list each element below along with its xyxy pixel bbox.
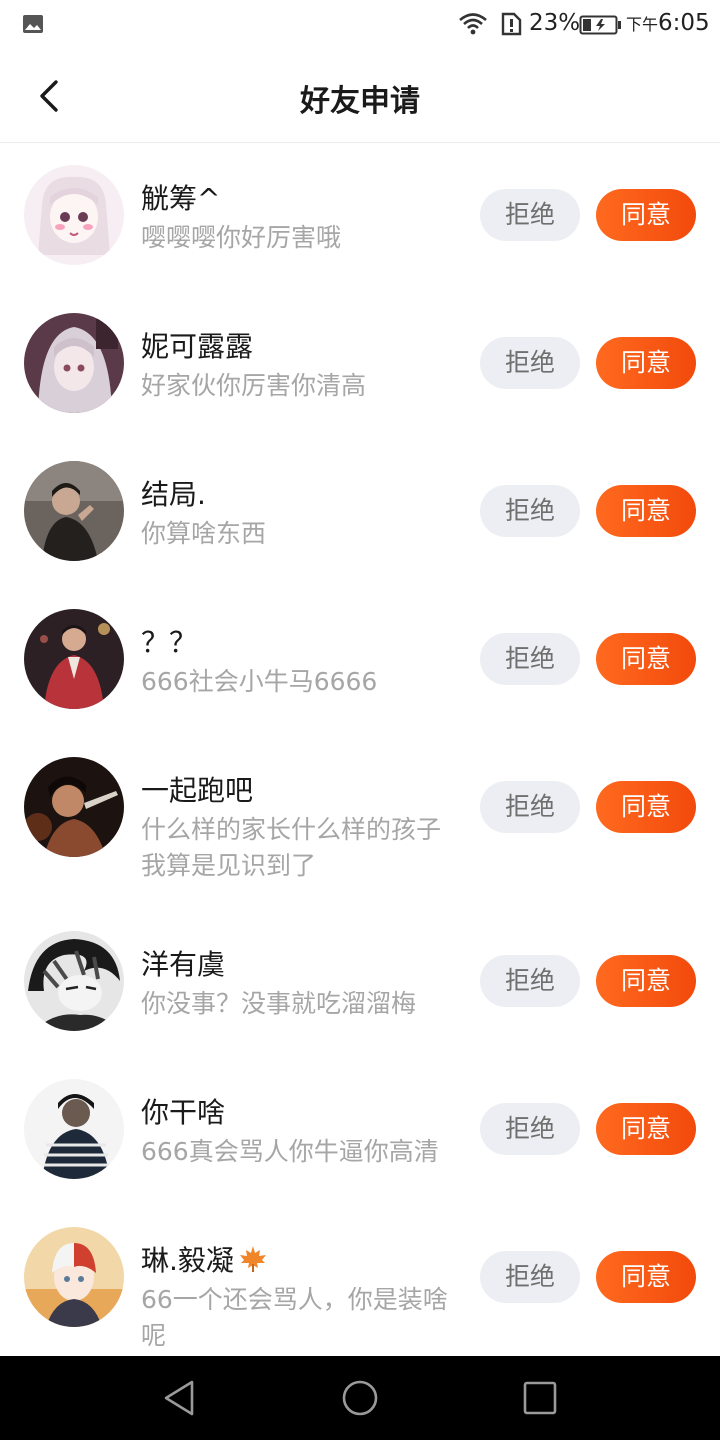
- accept-button[interactable]: 同意: [596, 485, 696, 537]
- header: 好友申请: [0, 50, 720, 143]
- request-name: 觥筹^: [141, 182, 221, 215]
- avatar[interactable]: [24, 165, 124, 265]
- gallery-icon: [23, 15, 43, 33]
- avatar[interactable]: [24, 1227, 124, 1327]
- request-message: 嘤嘤嘤你好厉害哦: [141, 223, 342, 252]
- battery-percent: 23%: [529, 10, 581, 36]
- request-message: 66一个还会骂人，你是装啥呢: [141, 1285, 448, 1350]
- reject-button[interactable]: 拒绝: [480, 1103, 580, 1155]
- request-name: 你干啥: [141, 1096, 226, 1129]
- request-name-text: 琳.毅凝: [141, 1244, 234, 1277]
- request-name: 结局.: [141, 478, 206, 511]
- reject-button[interactable]: 拒绝: [480, 633, 580, 685]
- request-message: 你算啥东西: [141, 519, 267, 548]
- system-nav-bar: [0, 1356, 720, 1440]
- accept-button[interactable]: 同意: [596, 633, 696, 685]
- accept-button[interactable]: 同意: [596, 189, 696, 241]
- accept-button[interactable]: 同意: [596, 781, 696, 833]
- avatar[interactable]: [24, 461, 124, 561]
- reject-button[interactable]: 拒绝: [480, 955, 580, 1007]
- request-message: 好家伙你厉害你清高: [141, 371, 367, 400]
- avatar[interactable]: [24, 757, 124, 857]
- reject-button[interactable]: 拒绝: [480, 485, 580, 537]
- request-name: 一起跑吧: [141, 774, 254, 807]
- nav-home-icon[interactable]: [340, 1378, 380, 1418]
- reject-button[interactable]: 拒绝: [480, 189, 580, 241]
- battery-charging-icon: [579, 15, 621, 35]
- clock-period: 下午: [626, 15, 659, 34]
- request-name: 琳.毅凝: [141, 1239, 268, 1279]
- reject-button[interactable]: 拒绝: [480, 781, 580, 833]
- wifi-icon: [459, 13, 487, 35]
- accept-button[interactable]: 同意: [596, 1103, 696, 1155]
- avatar[interactable]: [24, 931, 124, 1031]
- reject-button[interactable]: 拒绝: [480, 1251, 580, 1303]
- alert-icon: [501, 12, 522, 36]
- request-message: 666真会骂人你牛逼你高清: [141, 1137, 439, 1166]
- status-bar: 23% 下午6:05: [0, 0, 720, 50]
- clock-time: 6:05: [658, 10, 710, 36]
- request-message: 666社会小牛马6666: [141, 667, 378, 696]
- request-message: 什么样的家长什么样的孩子我算是见识到了: [141, 815, 442, 880]
- maple-leaf-icon: [239, 1246, 266, 1272]
- avatar[interactable]: [24, 313, 124, 413]
- avatar[interactable]: [24, 609, 124, 709]
- nav-recent-icon[interactable]: [520, 1378, 560, 1418]
- nav-back-icon[interactable]: [160, 1378, 200, 1418]
- avatar[interactable]: [24, 1079, 124, 1179]
- page-title: 好友申请: [300, 84, 420, 119]
- accept-button[interactable]: 同意: [596, 337, 696, 389]
- request-name: 洋有虞: [141, 948, 226, 981]
- request-name: 妮可露露: [141, 330, 254, 363]
- accept-button[interactable]: 同意: [596, 1251, 696, 1303]
- accept-button[interactable]: 同意: [596, 955, 696, 1007]
- request-message: 你没事？没事就吃溜溜梅: [141, 989, 417, 1018]
- request-name: ？？: [141, 626, 198, 659]
- clock: 下午6:05: [626, 10, 710, 36]
- reject-button[interactable]: 拒绝: [480, 337, 580, 389]
